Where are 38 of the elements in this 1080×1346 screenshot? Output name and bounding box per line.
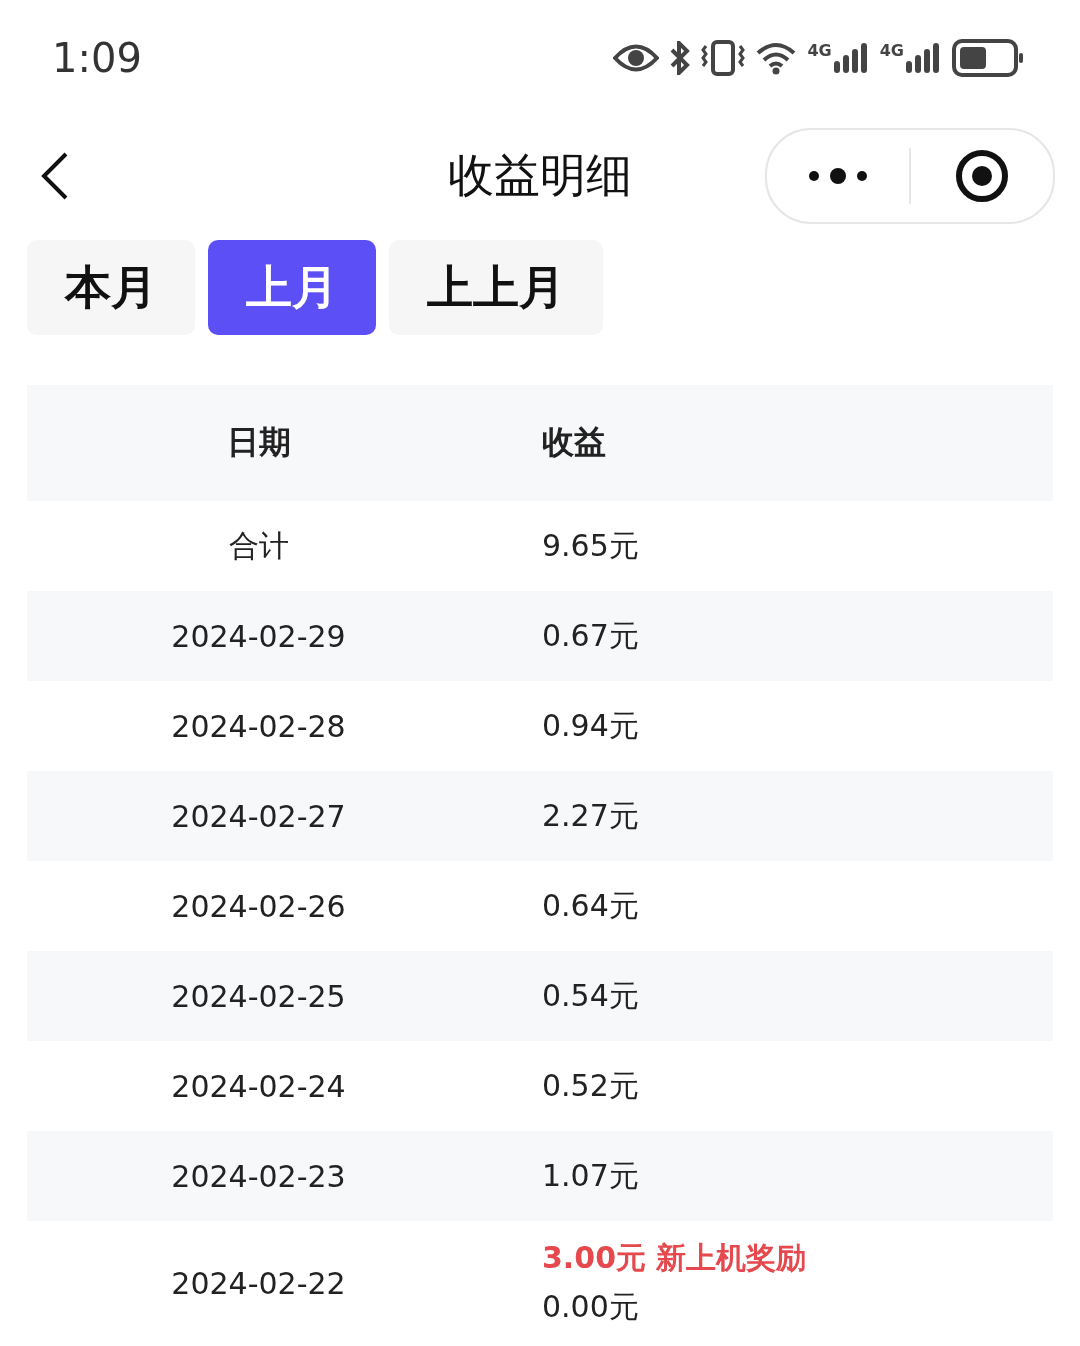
date-cell: 2024-02-25 [171,978,346,1014]
month-tab[interactable]: 本月 [27,240,195,335]
page-title: 收益明细 [448,147,632,204]
date-cell: 2024-02-27 [171,798,346,834]
amount-cell-text: 0.94元 [542,706,640,745]
amount-cell-text: 0.67元 [542,616,640,655]
amount-cell-text: 1.07元 [542,1156,640,1195]
bluetooth-icon [669,41,692,75]
signal-icon [833,43,870,73]
amount-cell-text: 0.52元 [542,1066,640,1105]
eye-icon [613,43,660,73]
network-label: 4G [879,43,904,59]
date-cell: 2024-02-22 [171,1265,346,1301]
date-cell: 2024-02-23 [171,1158,346,1194]
column-header: 收益 [542,422,607,463]
date-cell: 2024-02-24 [171,1068,346,1104]
date-cell: 2024-02-26 [171,888,346,924]
more-icon [808,168,868,184]
bonus-text: 3.00元 新上机奖励 [542,1239,808,1277]
date-cell-text: 合计 [228,526,289,565]
target-icon [955,149,1009,203]
status-time: 1:09 [52,35,142,81]
month-tab[interactable]: 上月 [208,240,376,335]
battery-icon [952,39,1024,77]
amount-cell-text: 0.64元 [542,886,640,925]
amount-cell-text: 0.54元 [542,976,640,1015]
network-label: 4G [807,43,832,59]
month-tab[interactable]: 上上月 [389,240,603,335]
amount-cell-text: 2.27元 [542,796,640,835]
date-cell: 2024-02-28 [171,708,346,744]
amount-cell-text: 0.00元 [542,1288,640,1326]
column-header: 日期 [225,422,292,463]
back-icon[interactable] [40,151,70,201]
date-cell: 2024-02-29 [171,618,346,654]
wifi-icon [755,41,798,75]
amount-cell-text: 9.65元 [542,526,640,565]
signal-icon [906,43,942,73]
vibrate-icon [701,40,746,76]
